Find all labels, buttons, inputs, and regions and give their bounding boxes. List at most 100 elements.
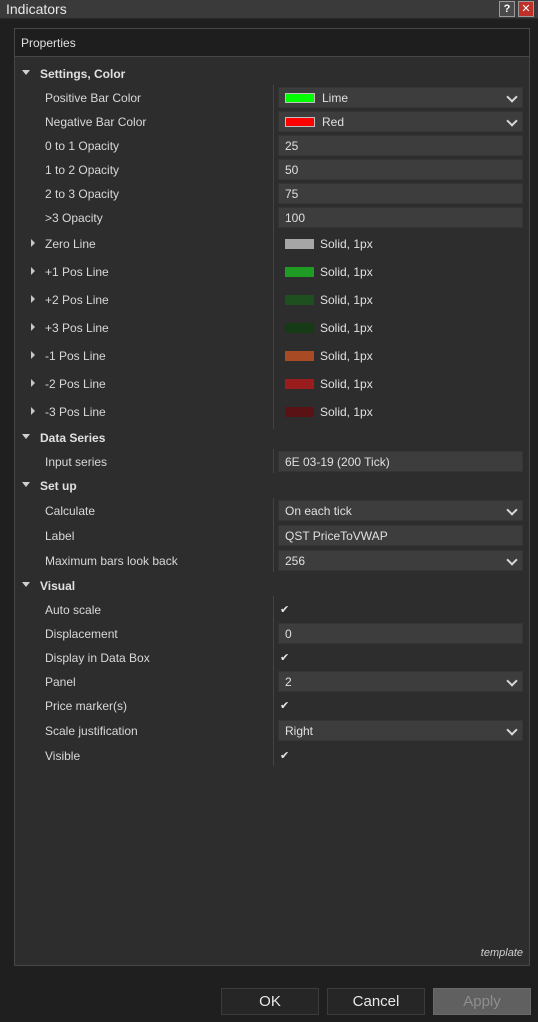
property-neg-3-line[interactable]: -3 Pos Line Solid, 1px (15, 400, 529, 424)
line-style-value: Solid, 1px (320, 237, 373, 251)
property-displacement: Displacement 0 (15, 622, 529, 646)
property-opacity-1-2: 1 to 2 Opacity 50 (15, 158, 529, 182)
line-color-swatch (285, 351, 314, 361)
dropdown-value: Right (285, 724, 314, 738)
property-label: Display in Data Box (45, 651, 150, 665)
property-label: +2 Pos Line (45, 293, 109, 307)
category-settings-color[interactable]: Settings, Color (15, 62, 529, 86)
collapse-arrow-icon[interactable] (22, 482, 30, 487)
chevron-down-icon[interactable] (506, 504, 518, 516)
line-color-swatch (285, 295, 314, 305)
help-button[interactable]: ? (499, 1, 515, 17)
property-pos-3-line[interactable]: +3 Pos Line Solid, 1px (15, 316, 529, 340)
property-label: Panel (45, 675, 76, 689)
dropdown-value: On each tick (285, 504, 352, 518)
displacement-input[interactable]: 0 (278, 623, 523, 644)
auto-scale-checkbox[interactable]: ✔ (280, 603, 289, 616)
input-value: 6E 03-19 (200 Tick) (285, 455, 390, 469)
dropdown-value: 2 (285, 675, 292, 689)
property-zero-line[interactable]: Zero Line Solid, 1px (15, 232, 529, 256)
color-swatch (285, 117, 315, 127)
property-label: 0 to 1 Opacity (45, 139, 120, 153)
line-color-swatch (285, 239, 314, 249)
color-swatch (285, 93, 315, 103)
property-scale-justification: Scale justification Right (15, 719, 529, 743)
ok-button[interactable]: OK (221, 988, 319, 1015)
property-label: Maximum bars look back (45, 554, 178, 568)
input-value: 100 (285, 211, 306, 225)
scale-justification-dropdown[interactable]: Right (278, 720, 523, 741)
property-opacity-3: >3 Opacity 100 (15, 206, 529, 230)
calculate-dropdown[interactable]: On each tick (278, 500, 523, 521)
property-calculate: Calculate On each tick (15, 499, 529, 523)
property-label: Input series (45, 455, 108, 469)
visible-checkbox[interactable]: ✔ (280, 749, 289, 762)
property-display-in-data-box: Display in Data Box ✔ (15, 646, 529, 670)
input-series-field[interactable]: 6E 03-19 (200 Tick) (278, 451, 523, 472)
max-bars-dropdown[interactable]: 256 (278, 550, 523, 571)
property-label: -3 Pos Line (45, 405, 106, 419)
opacity-0-1-input[interactable]: 25 (278, 135, 523, 156)
expand-arrow-icon[interactable] (31, 295, 35, 303)
template-link[interactable]: template (481, 947, 523, 959)
property-label: Price marker(s) (45, 699, 128, 713)
line-style-value: Solid, 1px (320, 293, 373, 307)
property-label: Displacement (45, 627, 118, 641)
category-set-up[interactable]: Set up (15, 474, 529, 498)
price-markers-checkbox[interactable]: ✔ (280, 699, 289, 712)
property-label: Negative Bar Color (45, 115, 147, 129)
line-color-swatch (285, 323, 314, 333)
close-button[interactable]: ✕ (518, 1, 534, 17)
window-title: Indicators (6, 1, 67, 17)
line-color-swatch (285, 379, 314, 389)
expand-arrow-icon[interactable] (31, 239, 35, 247)
property-neg-2-line[interactable]: -2 Pos Line Solid, 1px (15, 372, 529, 396)
property-max-bars-look-back: Maximum bars look back 256 (15, 549, 529, 573)
chevron-down-icon[interactable] (506, 115, 518, 127)
positive-bar-color-dropdown[interactable]: Lime (278, 87, 523, 108)
dropdown-value: 256 (285, 554, 306, 568)
chevron-down-icon[interactable] (506, 724, 518, 736)
chevron-down-icon[interactable] (506, 91, 518, 103)
property-auto-scale: Auto scale ✔ (15, 598, 529, 622)
property-label: Visible (45, 749, 81, 763)
collapse-arrow-icon[interactable] (22, 434, 30, 439)
property-label: Scale justification (45, 724, 138, 738)
category-visual[interactable]: Visual (15, 574, 529, 598)
expand-arrow-icon[interactable] (31, 379, 35, 387)
property-pos-2-line[interactable]: +2 Pos Line Solid, 1px (15, 288, 529, 312)
property-label: 2 to 3 Opacity (45, 187, 120, 201)
opacity-3-input[interactable]: 100 (278, 207, 523, 228)
label-input[interactable]: QST PriceToVWAP (278, 525, 523, 546)
collapse-arrow-icon[interactable] (22, 70, 30, 75)
line-style-value: Solid, 1px (320, 265, 373, 279)
property-label: +3 Pos Line (45, 321, 109, 335)
display-in-data-box-checkbox[interactable]: ✔ (280, 651, 289, 664)
chevron-down-icon[interactable] (506, 554, 518, 566)
category-data-series[interactable]: Data Series (15, 426, 529, 450)
line-style-value: Solid, 1px (320, 405, 373, 419)
collapse-arrow-icon[interactable] (22, 582, 30, 587)
expand-arrow-icon[interactable] (31, 323, 35, 331)
property-negative-bar-color: Negative Bar Color Red (15, 110, 529, 134)
chevron-down-icon[interactable] (506, 675, 518, 687)
property-label: Label (45, 529, 75, 543)
apply-button[interactable]: Apply (433, 988, 531, 1015)
expand-arrow-icon[interactable] (31, 351, 35, 359)
opacity-2-3-input[interactable]: 75 (278, 183, 523, 204)
expand-arrow-icon[interactable] (31, 407, 35, 415)
panel-dropdown[interactable]: 2 (278, 671, 523, 692)
property-pos-1-line[interactable]: +1 Pos Line Solid, 1px (15, 260, 529, 284)
line-style-value: Solid, 1px (320, 321, 373, 335)
category-label: Data Series (40, 431, 106, 445)
expand-arrow-icon[interactable] (31, 267, 35, 275)
cancel-button[interactable]: Cancel (327, 988, 425, 1015)
property-visible: Visible ✔ (15, 744, 529, 768)
property-label: -2 Pos Line (45, 377, 106, 391)
input-value: 50 (285, 163, 299, 177)
property-neg-1-line[interactable]: -1 Pos Line Solid, 1px (15, 344, 529, 368)
negative-bar-color-dropdown[interactable]: Red (278, 111, 523, 132)
input-value: 25 (285, 139, 299, 153)
opacity-1-2-input[interactable]: 50 (278, 159, 523, 180)
property-positive-bar-color: Positive Bar Color Lime (15, 86, 529, 110)
